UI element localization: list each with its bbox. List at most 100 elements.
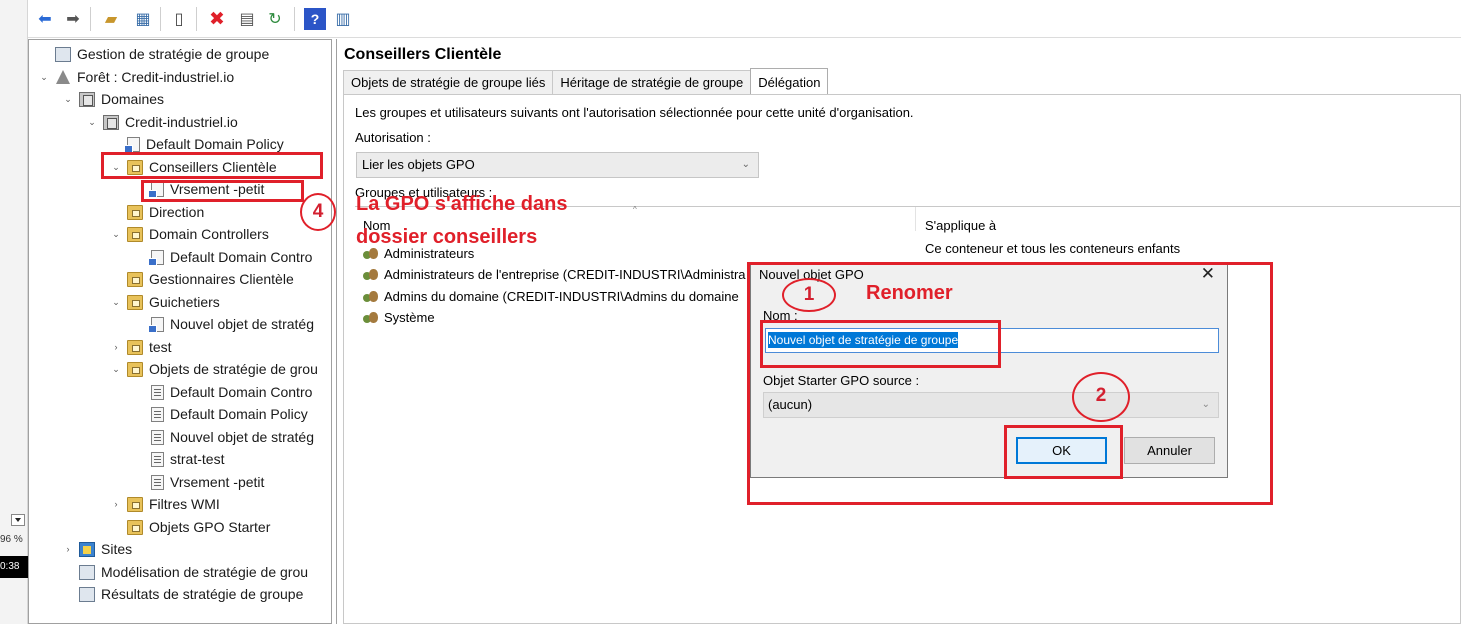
- tree-item-resultats[interactable]: Résultats de stratégie de groupe: [61, 583, 303, 605]
- tree-item-gpo-default-domain-controllers[interactable]: Default Domain Contro: [133, 381, 312, 403]
- list-row[interactable]: Admins du domaine (CREDIT-INDUSTRI\Admin…: [363, 286, 739, 306]
- tab-delegation[interactable]: Délégation: [750, 68, 829, 94]
- clipboard-icon[interactable]: ▯: [168, 8, 190, 30]
- console-tree: Gestion de stratégie de groupe ⌄ Forêt :…: [28, 39, 332, 624]
- ou-folder-icon: [127, 339, 143, 355]
- tree-item-gpo-container[interactable]: ⌄ Objets de stratégie de grou: [109, 358, 318, 380]
- tree-item-label: Domain Controllers: [149, 226, 269, 242]
- tree-item-label: Domaines: [101, 91, 165, 107]
- gpo-document-icon: [151, 429, 164, 445]
- gpo-link-icon: [148, 316, 164, 333]
- list-row[interactable]: Système: [363, 307, 435, 327]
- tree-item-modelisation[interactable]: Modélisation de stratégie de grou: [61, 561, 308, 583]
- tree-item-forest[interactable]: ⌄ Forêt : Credit-industriel.io: [37, 66, 234, 88]
- gpo-document-icon: [151, 474, 164, 490]
- expand-chevron-icon[interactable]: ⌄: [109, 364, 123, 375]
- delete-icon[interactable]: ✖: [206, 8, 228, 30]
- tree-item-guichetiers[interactable]: ⌄ Guichetiers: [109, 291, 220, 313]
- row-name: Administrateurs de l'entreprise (CREDIT-…: [384, 266, 746, 282]
- ou-folder-icon: [127, 294, 143, 310]
- tree-item-gpo-nouvel-objet[interactable]: Nouvel objet de stratég: [133, 426, 314, 448]
- authorization-select[interactable]: Lier les objets GPO ⌄: [356, 152, 759, 178]
- tree-item-label: Modélisation de stratégie de grou: [101, 564, 309, 580]
- tree-item-gpo-strat-test[interactable]: strat-test: [133, 448, 224, 470]
- expand-chevron-icon[interactable]: ⌄: [37, 72, 51, 83]
- expand-chevron-icon[interactable]: ›: [109, 499, 123, 509]
- tree-item-label: Default Domain Policy: [146, 136, 284, 152]
- tree-item-sites[interactable]: › Sites: [61, 538, 133, 560]
- user-group-icon: [363, 289, 380, 304]
- tree-item-gpo-vrsement-petit[interactable]: Vrsement -petit: [133, 471, 264, 493]
- properties-icon[interactable]: ▤: [236, 8, 258, 30]
- annotation-step-4: 4: [300, 193, 336, 231]
- expand-chevron-icon[interactable]: ›: [109, 342, 123, 352]
- toolbar: ⬅ ➡ ▰ ▦ ▯ ✖ ▤ ↻ ? ▥: [28, 0, 1461, 38]
- tree-item-label: Objets GPO Starter: [149, 519, 271, 535]
- annotation-note-rename: Renomer: [866, 282, 953, 304]
- tree-item-label: Objets de stratégie de grou: [149, 361, 318, 377]
- tree-item-filtres-wmi[interactable]: › Filtres WMI: [109, 493, 220, 515]
- tree-item-label: strat-test: [170, 451, 225, 467]
- row-name: Système: [384, 309, 435, 325]
- forward-arrow-icon[interactable]: ➡: [62, 8, 84, 30]
- tree-item-gpmc-root[interactable]: Gestion de stratégie de groupe: [37, 43, 269, 65]
- tree-item-label: Default Domain Policy: [170, 406, 308, 422]
- list-row[interactable]: Administrateurs de l'entreprise (CREDIT-…: [363, 264, 746, 284]
- sort-ascending-icon: ^: [633, 205, 637, 214]
- column-separator[interactable]: [915, 207, 916, 231]
- expand-chevron-icon[interactable]: ⌄: [109, 229, 123, 240]
- user-group-icon: [363, 310, 380, 325]
- sites-icon: [79, 541, 95, 557]
- column-header-applies[interactable]: S'applique à: [925, 218, 996, 233]
- row-name: Admins du domaine (CREDIT-INDUSTRI\Admin…: [384, 288, 739, 304]
- toolbar-separator: [294, 7, 295, 31]
- expand-chevron-icon[interactable]: ›: [61, 544, 75, 554]
- tree-item-default-domain-controllers-link[interactable]: Default Domain Contro: [133, 246, 312, 268]
- gpo-document-icon: [151, 384, 164, 400]
- tree-item-domaines[interactable]: ⌄ Domaines: [61, 88, 164, 110]
- up-folder-icon[interactable]: ▰: [100, 8, 122, 30]
- tree-item-label: Forêt : Credit-industriel.io: [77, 69, 235, 85]
- zoom-percent: 96 %: [0, 534, 23, 545]
- show-hide-tree-icon[interactable]: ▦: [132, 8, 154, 30]
- gpo-document-icon: [151, 451, 164, 467]
- scroll-down-arrow[interactable]: [11, 514, 25, 526]
- tree-item-label: Nouvel objet de stratég: [170, 316, 314, 332]
- tree-item-label: Default Domain Contro: [170, 384, 313, 400]
- tree-item-nouvel-objet-link[interactable]: Nouvel objet de stratég: [133, 313, 314, 335]
- tree-item-gpo-default-domain-policy[interactable]: Default Domain Policy: [133, 403, 308, 425]
- tree-item-domain-controllers[interactable]: ⌄ Domain Controllers: [109, 223, 269, 245]
- expand-chevron-icon[interactable]: ⌄: [61, 94, 75, 105]
- user-group-icon: [363, 267, 380, 282]
- chevron-down-icon: ⌄: [741, 159, 750, 170]
- tab-inheritance[interactable]: Héritage de stratégie de groupe: [552, 70, 752, 94]
- tree-item-label: Default Domain Contro: [170, 249, 313, 265]
- domains-icon: [79, 91, 95, 107]
- ou-folder-icon: [127, 226, 143, 242]
- view-icon[interactable]: ▥: [332, 8, 354, 30]
- tree-item-direction[interactable]: Direction: [109, 201, 204, 223]
- results-icon: [79, 586, 95, 602]
- domain-icon: [103, 114, 119, 130]
- tree-item-label: Résultats de stratégie de groupe: [101, 586, 304, 602]
- annotation-box-name-input: [760, 320, 1001, 368]
- ou-folder-icon: [127, 271, 143, 287]
- expand-chevron-icon[interactable]: ⌄: [85, 117, 99, 128]
- page-title: Conseillers Clientèle: [344, 46, 502, 63]
- tree-item-test[interactable]: › test: [109, 336, 172, 358]
- tab-linked-gpos[interactable]: Objets de stratégie de groupe liés: [343, 70, 554, 94]
- left-edge-strip: 96 % 0:38: [0, 0, 28, 624]
- annotation-box-vrsement: [141, 180, 304, 202]
- tree-item-objets-gpo-starter[interactable]: Objets GPO Starter: [109, 516, 270, 538]
- back-arrow-icon[interactable]: ⬅: [34, 8, 56, 30]
- tree-item-domain-credit-industriel[interactable]: ⌄ Credit-industriel.io: [85, 111, 238, 133]
- forest-icon: [55, 69, 71, 85]
- toolbar-separator: [196, 7, 197, 31]
- help-icon[interactable]: ?: [304, 8, 326, 30]
- expand-chevron-icon[interactable]: ⌄: [109, 297, 123, 308]
- tree-item-gestionnaires-clientele[interactable]: Gestionnaires Clientèle: [109, 268, 294, 290]
- wmi-folder-icon: [127, 496, 143, 512]
- tree-item-label: Credit-industriel.io: [125, 114, 238, 130]
- tree-item-label: Vrsement -petit: [170, 474, 265, 490]
- refresh-icon[interactable]: ↻: [264, 8, 286, 30]
